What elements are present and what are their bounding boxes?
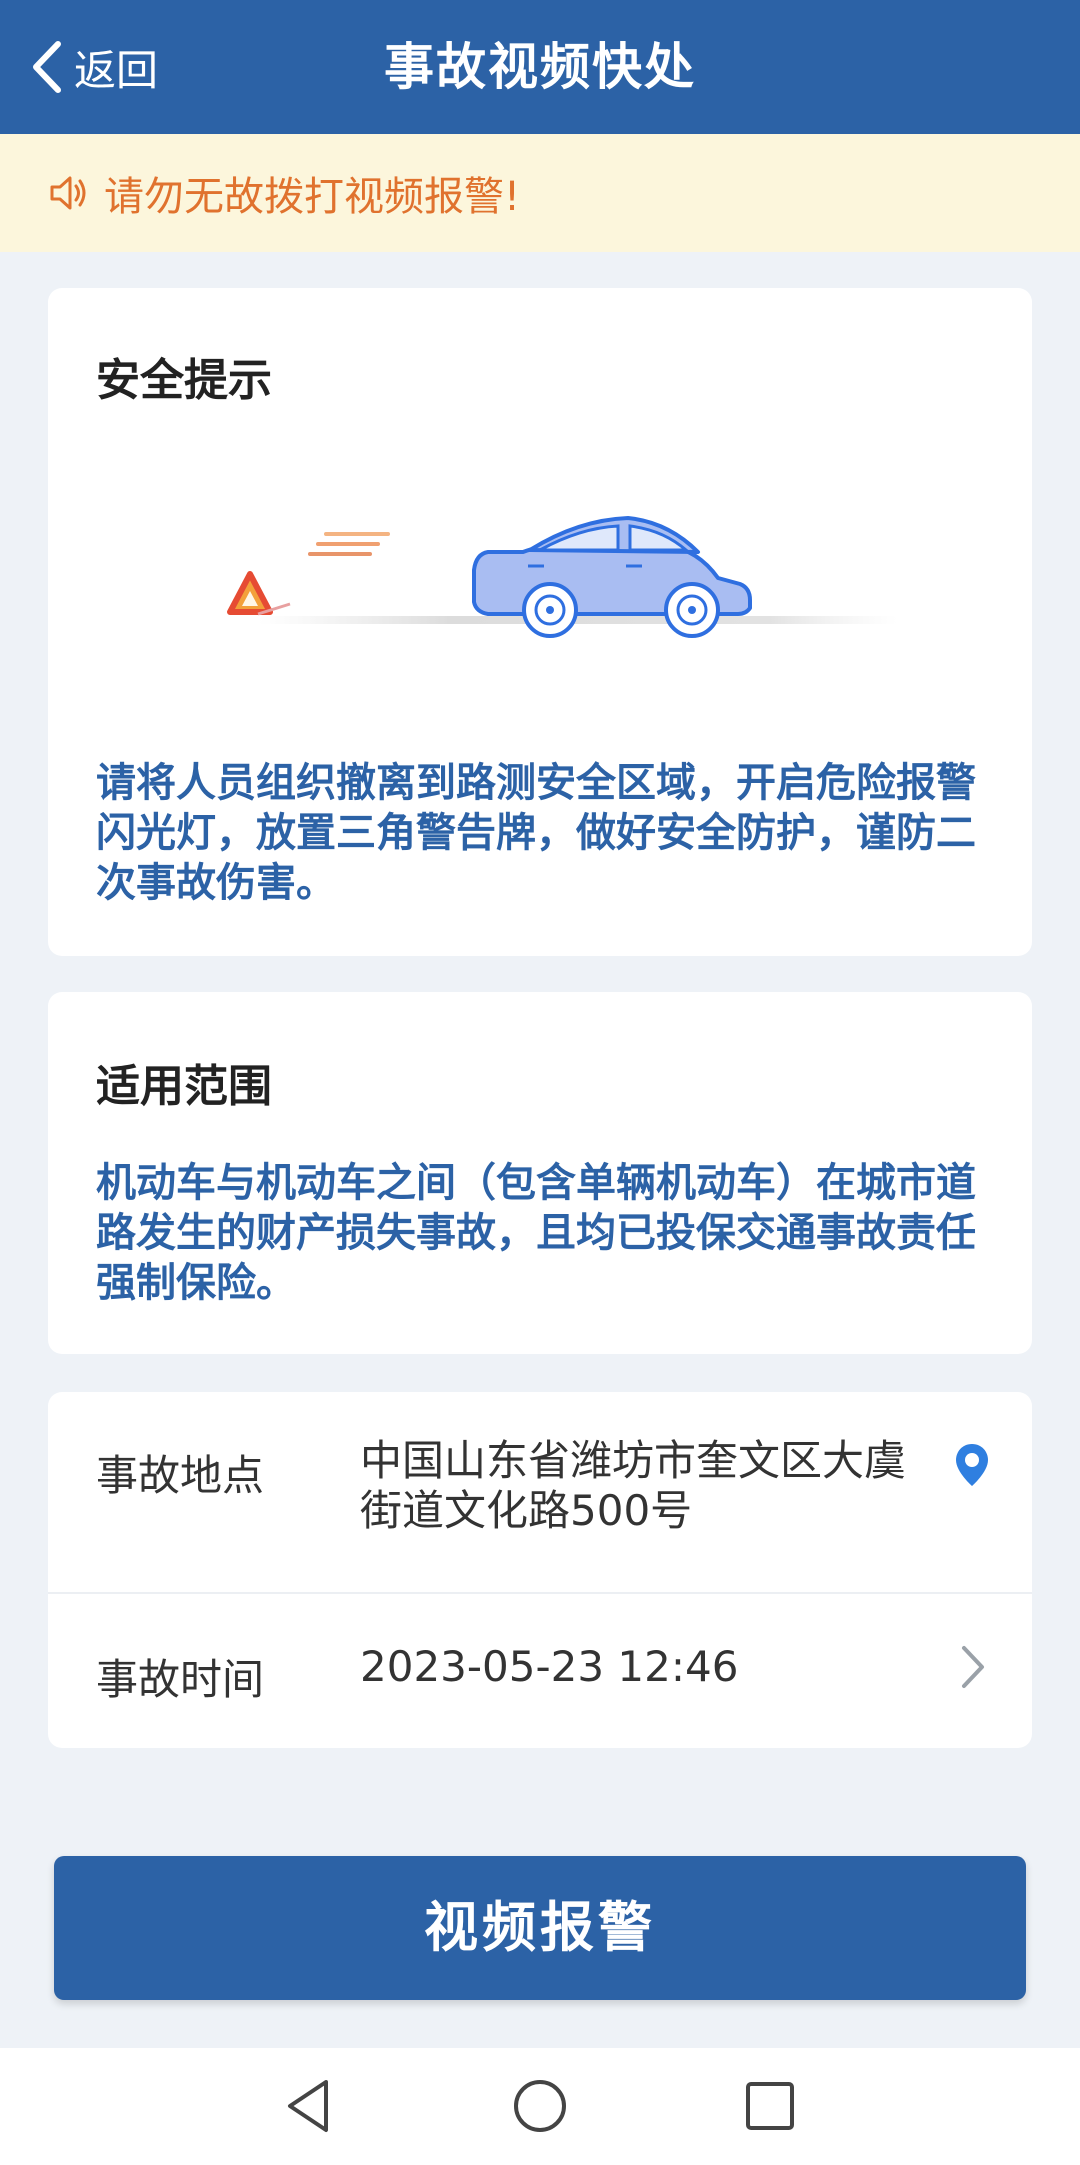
location-value: 中国山东省潍坊市奎文区大虞街道文化路500号 — [360, 1436, 907, 1535]
chevron-right-icon — [962, 1646, 984, 1688]
warning-notice-bar: 请勿无故拨打视频报警! — [0, 134, 1080, 252]
video-report-button[interactable]: 视频报警 — [54, 1856, 1026, 2000]
time-label: 事故时间 — [96, 1655, 265, 1704]
system-navigation-bar — [0, 2048, 1080, 2165]
nav-home-icon[interactable] — [512, 2076, 568, 2136]
safety-tips-card: 安全提示 请将人员组织撤离到路测安全区域，开启危险报警闪光灯，放置三角警告牌，做… — [48, 288, 1032, 956]
speaker-icon — [50, 176, 86, 210]
notice-text: 请勿无故拨打视频报警! — [104, 174, 521, 220]
location-pin-icon[interactable] — [954, 1442, 990, 1488]
time-row[interactable]: 事故时间 2023-05-23 12:46 — [48, 1594, 1032, 1748]
nav-recents-icon[interactable] — [744, 2076, 796, 2136]
scope-card: 适用范围 机动车与机动车之间（包含单辆机动车）在城市道路发生的财产损失事故，且均… — [48, 992, 1032, 1354]
page-title: 事故视频快处 — [384, 38, 696, 96]
scope-title: 适用范围 — [96, 1061, 272, 1112]
time-value: 2023-05-23 12:46 — [360, 1642, 739, 1691]
nav-back-icon[interactable] — [282, 2076, 334, 2136]
location-label: 事故地点 — [96, 1451, 265, 1500]
app-header: 返回 事故视频快处 — [0, 0, 1080, 134]
safety-tips-text: 请将人员组织撤离到路测安全区域，开启危险报警闪光灯，放置三角警告牌，做好安全防护… — [96, 760, 976, 906]
location-row[interactable]: 事故地点 中国山东省潍坊市奎文区大虞街道文化路500号 — [48, 1392, 1032, 1594]
safety-tips-title: 安全提示 — [96, 355, 272, 406]
car-warning-illustration — [227, 516, 898, 638]
scope-text: 机动车与机动车之间（包含单辆机动车）在城市道路发生的财产损失事故，且均已投保交通… — [96, 1160, 976, 1306]
accident-info-form: 事故地点 中国山东省潍坊市奎文区大虞街道文化路500号 事故时间 2023-05… — [48, 1392, 1032, 1748]
